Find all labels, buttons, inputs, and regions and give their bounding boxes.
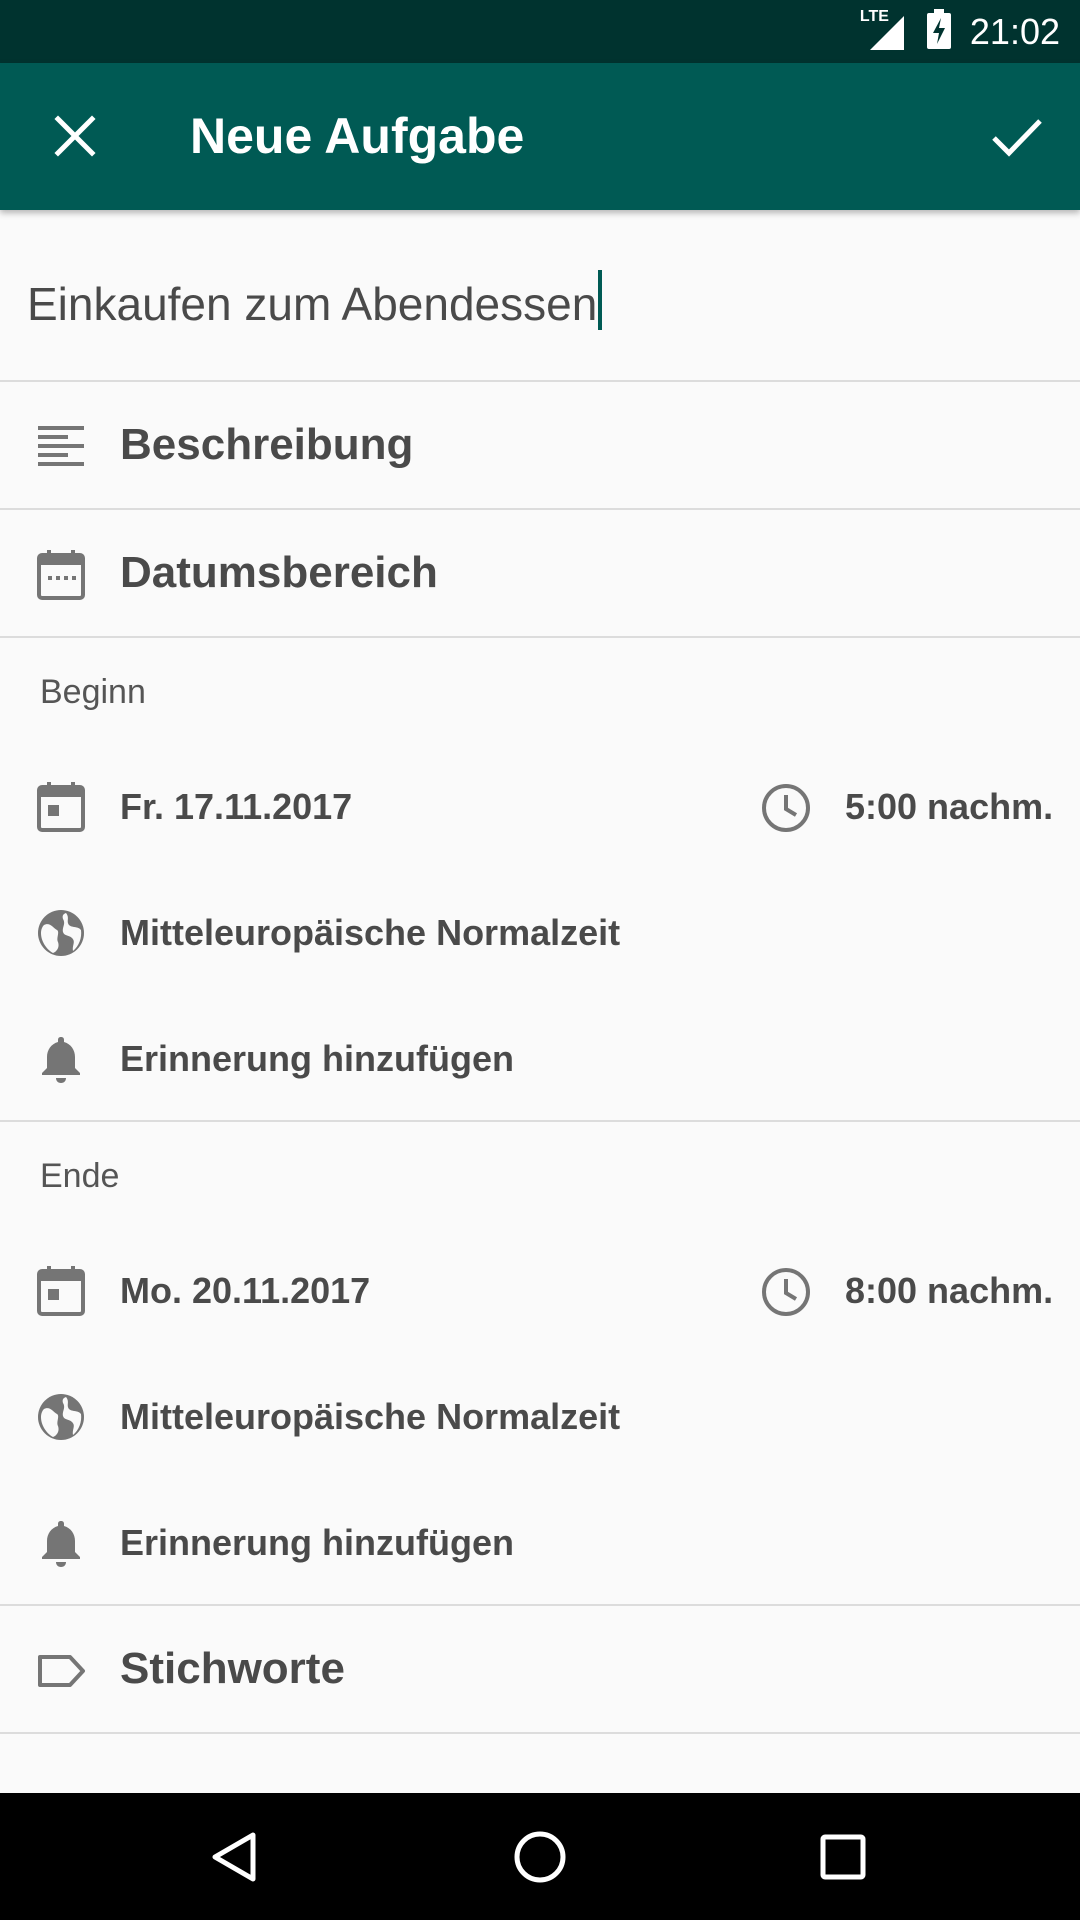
end-time[interactable]: 8:00 nachm. bbox=[845, 1236, 1053, 1346]
calendar-event-icon[interactable] bbox=[36, 1266, 86, 1316]
label-icon bbox=[36, 1646, 86, 1696]
battery-charging-icon bbox=[926, 9, 952, 54]
check-icon[interactable] bbox=[984, 103, 1050, 169]
task-title-input[interactable]: Einkaufen zum Abendessen bbox=[27, 270, 603, 331]
bell-icon bbox=[36, 1518, 86, 1568]
recents-icon[interactable] bbox=[807, 1821, 879, 1893]
end-timezone: Mitteleuropäische Normalzeit bbox=[120, 1396, 621, 1437]
page-title: Neue Aufgabe bbox=[190, 108, 525, 164]
end-header: Ende bbox=[40, 1157, 120, 1195]
calendar-icon bbox=[36, 550, 86, 600]
bell-icon bbox=[36, 1034, 86, 1084]
tags-label: Stichworte bbox=[120, 1644, 345, 1693]
tags-row[interactable]: Stichworte bbox=[0, 1606, 1080, 1734]
begin-date-time-row: Fr. 17.11.2017 5:00 nachm. bbox=[0, 752, 1080, 862]
begin-header: Beginn bbox=[40, 673, 146, 711]
status-time: 21:02 bbox=[969, 10, 1060, 52]
begin-time[interactable]: 5:00 nachm. bbox=[845, 752, 1053, 862]
close-icon[interactable] bbox=[42, 103, 108, 169]
divider bbox=[0, 1120, 1080, 1122]
clock-icon[interactable] bbox=[760, 1266, 812, 1318]
lte-signal-icon: LTE bbox=[860, 8, 908, 52]
end-date-time-row: Mo. 20.11.2017 8:00 nachm. bbox=[0, 1236, 1080, 1346]
home-icon[interactable] bbox=[504, 1821, 576, 1893]
description-row[interactable]: Beschreibung bbox=[0, 382, 1080, 510]
task-title-value: Einkaufen zum Abendessen bbox=[27, 278, 598, 330]
back-icon[interactable] bbox=[199, 1821, 271, 1893]
end-reminder: Erinnerung hinzufügen bbox=[120, 1522, 514, 1563]
date-range-row[interactable]: Datumsbereich bbox=[0, 510, 1080, 638]
begin-timezone-row[interactable]: Mitteleuropäische Normalzeit bbox=[0, 878, 1080, 988]
task-title-field[interactable]: Einkaufen zum Abendessen bbox=[0, 210, 1080, 382]
clock-icon[interactable] bbox=[760, 782, 812, 834]
begin-reminder-row[interactable]: Erinnerung hinzufügen bbox=[0, 1004, 1080, 1114]
globe-icon bbox=[36, 908, 86, 958]
text-cursor bbox=[598, 270, 603, 330]
end-date[interactable]: Mo. 20.11.2017 bbox=[120, 1236, 370, 1346]
end-timezone-row[interactable]: Mitteleuropäische Normalzeit bbox=[0, 1362, 1080, 1472]
begin-reminder: Erinnerung hinzufügen bbox=[120, 1038, 514, 1079]
begin-timezone: Mitteleuropäische Normalzeit bbox=[120, 912, 621, 953]
description-label: Beschreibung bbox=[120, 420, 414, 469]
description-icon bbox=[36, 422, 86, 472]
navigation-bar bbox=[0, 1793, 1080, 1920]
status-bar: LTE 21:02 bbox=[0, 0, 1080, 63]
calendar-event-icon[interactable] bbox=[36, 782, 86, 832]
globe-icon bbox=[36, 1392, 86, 1442]
end-reminder-row[interactable]: Erinnerung hinzufügen bbox=[0, 1488, 1080, 1598]
date-range-label: Datumsbereich bbox=[120, 548, 438, 597]
begin-date[interactable]: Fr. 17.11.2017 bbox=[120, 752, 352, 862]
app-bar: Neue Aufgabe bbox=[0, 63, 1080, 210]
